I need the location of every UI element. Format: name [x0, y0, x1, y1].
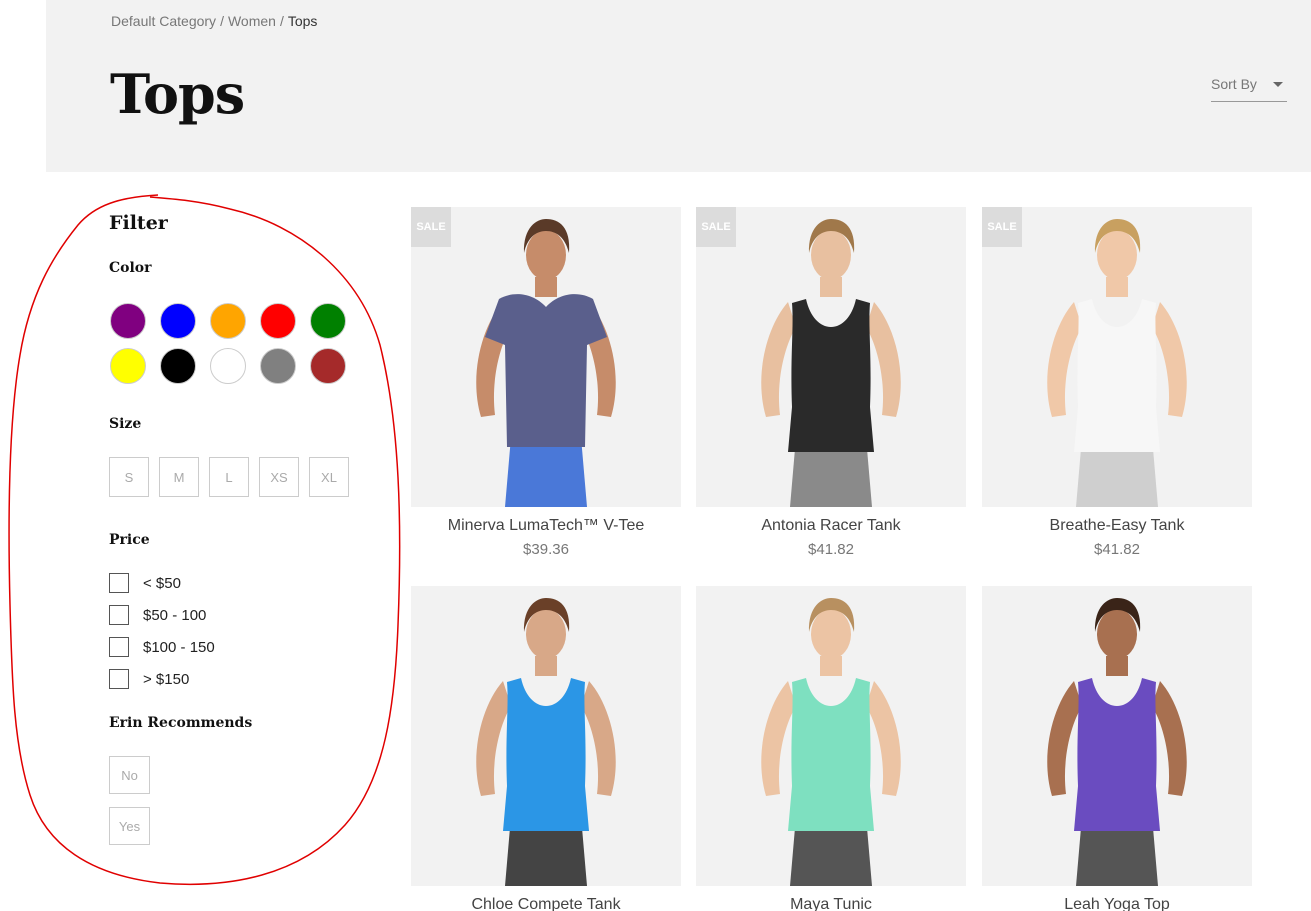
color-swatch[interactable] [310, 303, 346, 339]
color-facet-title: Color [109, 260, 152, 276]
color-swatch[interactable] [160, 303, 196, 339]
size-option[interactable]: S [109, 457, 149, 497]
price-facet-title: Price [109, 532, 150, 548]
product-price: $41.82 [1094, 541, 1140, 558]
product-name-link[interactable]: Leah Yoga Top [982, 896, 1252, 911]
product-model-illustration [476, 219, 616, 507]
color-swatch[interactable] [310, 348, 346, 384]
price-option-label: < $50 [143, 575, 181, 592]
page-title: Tops [110, 62, 245, 126]
breadcrumb-separator: / [279, 13, 284, 29]
product-image[interactable]: SALE [982, 207, 1252, 507]
size-option[interactable]: L [209, 457, 249, 497]
sale-badge: SALE [982, 207, 1022, 247]
product-image[interactable]: SALE [696, 207, 966, 507]
erin-recommends-facet-title: Erin Recommends [109, 715, 253, 731]
color-swatch[interactable] [210, 348, 246, 384]
filter-title: Filter [109, 212, 168, 234]
color-swatch[interactable] [260, 348, 296, 384]
product-name-link[interactable]: Maya Tunic [696, 896, 966, 911]
product-model-illustration [1047, 598, 1187, 886]
sort-by-label: Sort By [1211, 76, 1257, 92]
sale-badge: SALE [696, 207, 736, 247]
product-name-link[interactable]: Chloe Compete Tank [411, 896, 681, 911]
chevron-down-icon [1273, 82, 1283, 87]
category-header: Default Category / Women / Tops Tops Sort By [46, 0, 1311, 172]
price-option-label: > $150 [143, 671, 190, 688]
size-option[interactable]: XL [309, 457, 349, 497]
color-swatch[interactable] [210, 303, 246, 339]
product-name-link[interactable]: Minerva LumaTech™ V-Tee [411, 517, 681, 535]
price-checkbox[interactable] [109, 573, 129, 593]
size-option[interactable]: M [159, 457, 199, 497]
price-checkbox[interactable] [109, 637, 129, 657]
price-option-label: $50 - 100 [143, 607, 207, 624]
color-swatch[interactable] [110, 348, 146, 384]
product-image[interactable] [411, 586, 681, 886]
breadcrumb-current: Tops [287, 13, 318, 29]
product-price: $41.82 [808, 541, 854, 558]
color-swatch[interactable] [110, 303, 146, 339]
erin-recommends-no-option[interactable]: No [109, 756, 150, 794]
product-price: $39.36 [523, 541, 569, 558]
sale-badge: SALE [411, 207, 451, 247]
breadcrumb-link-default-category[interactable]: Default Category [111, 13, 216, 29]
annotation-circle [8, 194, 401, 886]
product-name-link[interactable]: Breathe-Easy Tank [982, 517, 1252, 535]
product-image[interactable] [696, 586, 966, 886]
price-checkbox[interactable] [109, 605, 129, 625]
breadcrumb-separator: / [220, 13, 224, 29]
product-image[interactable]: SALE [411, 207, 681, 507]
product-model-illustration [1047, 219, 1187, 507]
product-name-link[interactable]: Antonia Racer Tank [696, 517, 966, 535]
sort-by-dropdown[interactable]: Sort By [1211, 74, 1287, 102]
product-model-illustration [476, 598, 616, 886]
product-image[interactable] [982, 586, 1252, 886]
breadcrumb-link-women[interactable]: Women [228, 13, 276, 29]
breadcrumb: Default Category / Women / Tops [111, 13, 317, 29]
product-model-illustration [761, 598, 901, 886]
size-facet-title: Size [109, 416, 142, 432]
size-option[interactable]: XS [259, 457, 299, 497]
price-option-label: $100 - 150 [143, 639, 215, 656]
color-swatch[interactable] [160, 348, 196, 384]
erin-recommends-yes-option[interactable]: Yes [109, 807, 150, 845]
color-swatch[interactable] [260, 303, 296, 339]
product-model-illustration [761, 219, 901, 507]
price-checkbox[interactable] [109, 669, 129, 689]
